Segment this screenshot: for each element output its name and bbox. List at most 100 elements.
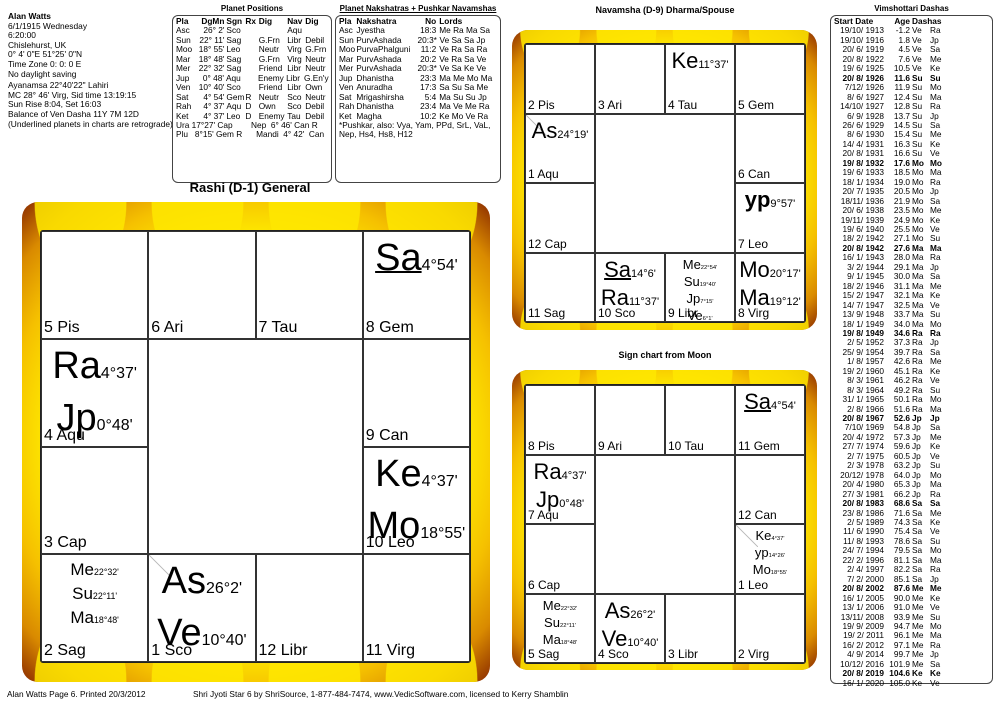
table-cell [245, 64, 258, 73]
planet-degree: 20°17' [769, 267, 801, 280]
planet-entry: Ra4°37' [526, 458, 594, 488]
house-cell: 3 Libr [665, 593, 735, 663]
sign-label: 1 Aqu [528, 167, 559, 181]
planet-entry: Su22°11' [526, 616, 594, 633]
house-cell: Ra4°37' Jp0°48' 4 Aqu [41, 338, 149, 447]
planet-entry: Sa4°54' [364, 236, 469, 288]
planet-entry: Ra4°37' [42, 344, 147, 396]
pushkar-note: Nep, Hs4, Hs8, H12 [339, 129, 413, 140]
sign-label: 5 Sag [528, 647, 560, 661]
planet-entry: As26°2' [596, 597, 664, 627]
house-cell: Sa4°54' 11 Gem [735, 385, 805, 455]
footer-license: Shri Jyoti Star 6 by ShriSource, 1-877-4… [193, 689, 569, 699]
sign-label: 4 Tau [668, 97, 698, 112]
table-cell: Ke [912, 677, 923, 688]
sign-label: 3 Libr [668, 647, 699, 661]
table-cell: 105.0 [889, 677, 910, 688]
planet-list: yp9°57' [736, 188, 804, 216]
planet-entry: Su22°11' [42, 583, 147, 607]
planet-entry: yp9°57' [736, 188, 804, 216]
sign-label: 11 Sag [528, 306, 566, 320]
planet-degree: 4°37' [561, 469, 587, 482]
planet-degree: 4°54' [771, 400, 796, 412]
planet-abbr: Ke [375, 452, 422, 495]
column-header: Dig [305, 16, 319, 26]
planet-abbr: Mo [752, 562, 771, 577]
rashi-chart-title: Rashi (D-1) General [189, 180, 311, 195]
sign-label: 6 Can [738, 167, 771, 181]
planet-degree: 26°2' [630, 608, 656, 621]
planet-abbr: Ra [52, 344, 101, 387]
planet-abbr: Su [683, 273, 700, 289]
sign-label: 8 Pis [528, 438, 555, 453]
planet-abbr: Jp [686, 290, 701, 306]
planet-positions-title: Planet Positions [220, 4, 284, 13]
house-cell: 12 Can [735, 454, 805, 524]
dashas-title: Vimshottari Dashas [874, 4, 949, 13]
outer-planet-row: Plu 8°15' Gem R Mandi 4° 42' Can [176, 129, 325, 140]
planet-degree: 19°40' [699, 281, 717, 288]
moon-chart-title: Sign chart from Moon [618, 350, 712, 360]
planet-degree: 18°55' [770, 570, 788, 576]
house-cell: 7 Tau [255, 231, 363, 339]
house-cell: 9 Ari [595, 385, 665, 455]
table-cell: 16/ 1/ 2020 [842, 677, 884, 688]
sign-label: 8 Virg [738, 306, 770, 320]
planet-degree: 4°37' [771, 536, 785, 542]
table-cell: Ve [930, 677, 940, 688]
sign-label: 6 Cap [528, 577, 561, 592]
planet-abbr: As [161, 560, 207, 603]
house-cell: 2 Virg [735, 593, 805, 663]
planet-abbr: Ma [70, 608, 94, 628]
planet-degree: 22°11' [559, 622, 576, 629]
nakshatras-table: Pla Nakshatra No Lords Asc Jyestha 18:3 Me Ra M… [335, 15, 501, 183]
sign-label: 9 Can [365, 426, 409, 444]
house-cell: As24°19' 1 Aqu [525, 113, 595, 183]
planet-entry: Sa14°6' [596, 257, 664, 286]
planet-degree: 4°37' [421, 472, 458, 490]
planet-abbr: As [604, 597, 631, 623]
house-cell: Ra4°37' Jp0°48' 7 Aqu [525, 454, 595, 524]
planet-degree: 7°15' [700, 298, 714, 305]
table-header: Pla DgMn Sgn Rx Dig Nav Dig [176, 16, 328, 26]
planet-degree: 9°57' [770, 198, 796, 210]
planet-abbr: Ra [533, 458, 562, 484]
planet-degree: 26°2' [206, 580, 243, 598]
house-cell: Ke4°37' Mo18°55' 10 Leo [362, 446, 470, 555]
planet-entry: Me22°32' [42, 559, 147, 583]
planet-abbr: Sa [375, 237, 422, 279]
planet-degree: 11°37' [698, 59, 729, 71]
planet-entry: Mo20°17' [736, 257, 804, 286]
planet-abbr: Ke [755, 528, 772, 543]
sign-label: 1 Sco [151, 642, 193, 659]
planet-degree: 22°54' [700, 264, 718, 271]
planet-abbr: yp [744, 187, 771, 212]
house-cell: As26°2' Ve10°40' 1 Sco [148, 554, 256, 662]
planet-degree: 6°1' [702, 315, 713, 322]
planet-degree: 14°26' [768, 553, 786, 559]
sign-label: 7 Aqu [528, 508, 559, 522]
planet-abbr: Sa [744, 389, 772, 414]
planet-entry: Ma18°48' [42, 607, 147, 631]
sign-label: 9 Libr [668, 306, 699, 320]
planet-degree: 0°48' [96, 416, 133, 434]
house-cell: 3 Ari [595, 44, 665, 114]
sign-label: 2 Pis [528, 97, 555, 112]
sign-label: 11 Virg [365, 642, 415, 659]
sign-label: 10 Tau [668, 438, 704, 453]
planet-degree: 4°54' [421, 257, 458, 274]
planet-degree: 18°48' [94, 615, 119, 626]
planet-degree: 22°32' [560, 605, 578, 612]
house-cell: Ke11°37' 4 Tau [665, 44, 735, 114]
sign-label: 3 Ari [598, 97, 623, 112]
house-cell: Mo20°17' Ma19°12' 8 Virg [735, 252, 805, 322]
planet-abbr: Me [542, 597, 561, 613]
planet-list: Sa4°54' [364, 236, 469, 288]
planet-positions-table: Pla DgMn Sgn Rx Dig Nav Dig Asc 26° 2' Sco Aqu Sun 2… [172, 15, 332, 183]
sign-label: 4 Sco [598, 647, 629, 661]
house-cell: Me22°32' Su22°11' Ma18°48' 2 Sag [41, 554, 149, 662]
chart-center [595, 113, 735, 253]
sign-label: 11 Gem [738, 438, 780, 453]
house-cell: 8 Pis [525, 385, 595, 455]
footer-page-info: Alan Watts Page 6. Printed 20/3/2012 [7, 689, 146, 699]
